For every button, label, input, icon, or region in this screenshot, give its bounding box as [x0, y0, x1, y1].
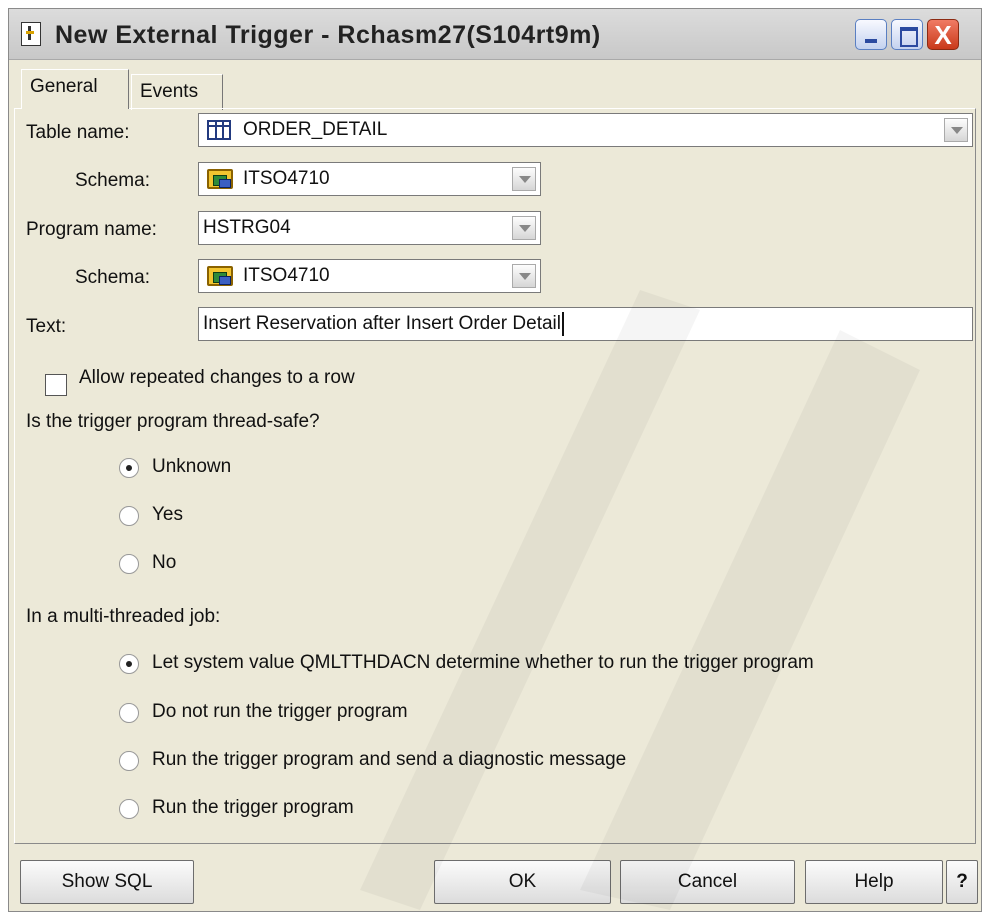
table-schema-combo[interactable]: ITSO4710	[198, 162, 541, 196]
minimize-button[interactable]	[855, 19, 887, 50]
context-help-button[interactable]: ?	[946, 860, 978, 904]
table-schema-value: ITSO4710	[243, 168, 330, 189]
trigger-app-icon	[21, 22, 41, 46]
program-schema-label: Schema:	[75, 267, 150, 288]
thread-safe-no-radio[interactable]	[119, 554, 139, 574]
text-value: Insert Reservation after Insert Order De…	[203, 313, 561, 334]
multithread-do-not-run-label: Do not run the trigger program	[152, 701, 408, 722]
multithread-system-value-radio[interactable]	[119, 654, 139, 674]
text-cursor	[561, 311, 564, 336]
program-schema-value: ITSO4710	[243, 265, 330, 286]
thread-safe-question: Is the trigger program thread-safe?	[26, 411, 320, 432]
allow-repeated-label: Allow repeated changes to a row	[79, 367, 355, 388]
multithread-run-diagnostic-label: Run the trigger program and send a diagn…	[152, 749, 627, 770]
help-button[interactable]: Help	[805, 860, 943, 904]
maximize-icon	[900, 27, 918, 47]
close-icon: X	[934, 20, 952, 50]
thread-safe-no-label: No	[152, 552, 177, 573]
multithread-run-label: Run the trigger program	[152, 797, 354, 818]
thread-safe-yes-radio[interactable]	[119, 506, 139, 526]
ok-button[interactable]: OK	[434, 860, 611, 904]
table-name-value: ORDER_DETAIL	[243, 119, 388, 140]
table-schema-label: Schema:	[75, 170, 150, 191]
table-schema-dropdown-button[interactable]	[512, 167, 536, 191]
schema-icon	[207, 266, 233, 286]
program-name-dropdown-button[interactable]	[512, 216, 536, 240]
cancel-button[interactable]: Cancel	[620, 860, 795, 904]
program-name-value: HSTRG04	[203, 217, 291, 238]
program-schema-dropdown-button[interactable]	[512, 264, 536, 288]
table-name-combo[interactable]: ORDER_DETAIL	[198, 113, 973, 147]
multithread-system-value-label: Let system value QMLTTHDACN determine wh…	[152, 652, 814, 673]
program-name-combo[interactable]: HSTRG04	[198, 211, 541, 245]
multithread-run-diagnostic-radio[interactable]	[119, 751, 139, 771]
allow-repeated-checkbox[interactable]	[45, 374, 67, 396]
close-button[interactable]: X	[927, 19, 959, 50]
tab-events[interactable]: Events	[131, 74, 223, 110]
maximize-button[interactable]	[891, 19, 923, 50]
program-name-label: Program name:	[26, 219, 157, 240]
dialog-window: New External Trigger - Rchasm27(S104rt9m…	[8, 8, 982, 912]
window-title: New External Trigger - Rchasm27(S104rt9m…	[55, 21, 601, 49]
thread-safe-unknown-label: Unknown	[152, 456, 232, 477]
multithread-do-not-run-radio[interactable]	[119, 703, 139, 723]
table-name-label: Table name:	[26, 122, 130, 143]
program-schema-combo[interactable]: ITSO4710	[198, 259, 541, 293]
table-icon	[207, 120, 231, 140]
multithread-question: In a multi-threaded job:	[26, 606, 221, 627]
thread-safe-yes-label: Yes	[152, 504, 183, 525]
text-input[interactable]: Insert Reservation after Insert Order De…	[198, 307, 973, 341]
multithread-run-radio[interactable]	[119, 799, 139, 819]
table-name-dropdown-button[interactable]	[944, 118, 968, 142]
minimize-icon	[865, 39, 877, 43]
tab-general[interactable]: General	[21, 69, 129, 109]
thread-safe-unknown-radio[interactable]	[119, 458, 139, 478]
show-sql-button[interactable]: Show SQL	[20, 860, 194, 904]
title-bar[interactable]: New External Trigger - Rchasm27(S104rt9m…	[9, 9, 981, 60]
text-label: Text:	[26, 316, 67, 337]
schema-icon	[207, 169, 233, 189]
